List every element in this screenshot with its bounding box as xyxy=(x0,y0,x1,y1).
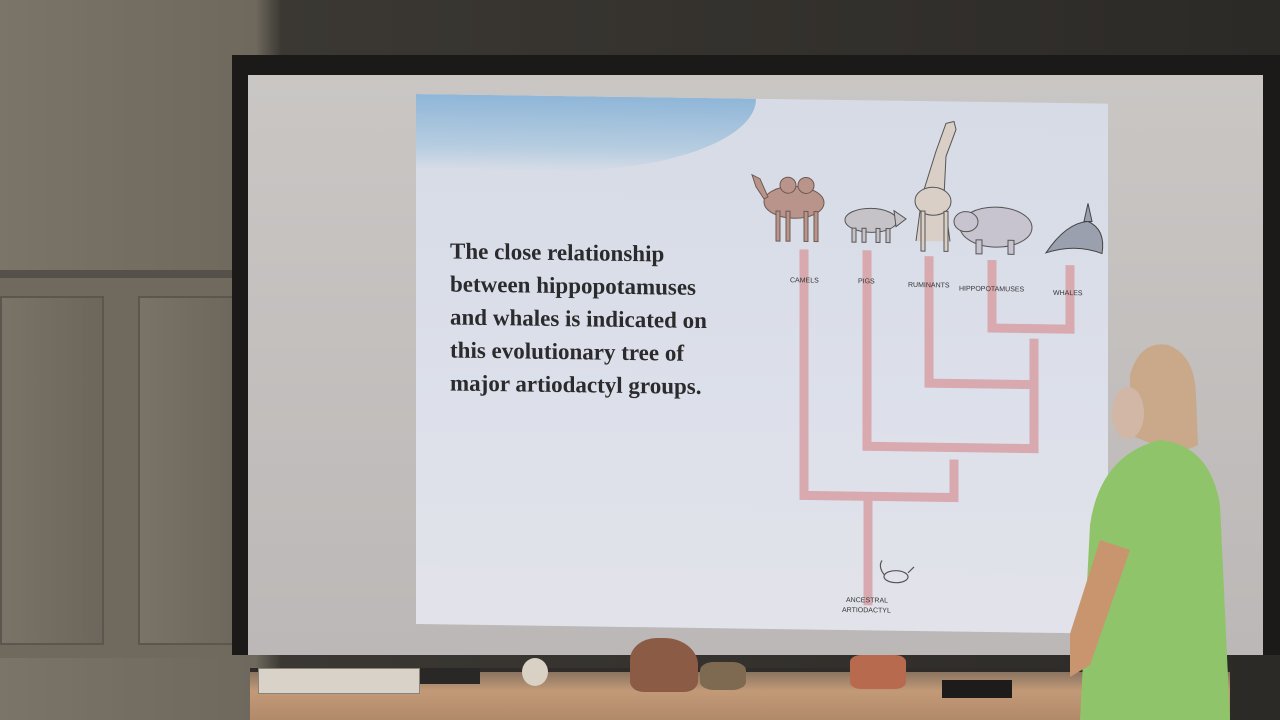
presenter-figure xyxy=(1070,344,1230,720)
tree-label-pigs: PIGS xyxy=(858,278,875,285)
branch-pigs xyxy=(862,250,1039,454)
tree-label-whales: WHALES xyxy=(1053,290,1083,297)
laptop-device xyxy=(942,680,1012,698)
tree-label-ancestral: ANCESTRAL xyxy=(846,597,888,605)
tree-label-artiodactyl: ARTIODACTYL xyxy=(842,607,891,615)
tree-label-ruminants: RUMINANTS xyxy=(908,282,950,290)
cabinet-door-left xyxy=(0,296,104,645)
tree-label-hippopotamuses: HIPPOPOTAMUSES xyxy=(959,286,1025,294)
branch-ruminants xyxy=(924,256,1030,390)
wall-cabinet xyxy=(0,270,245,658)
rock-specimen-small xyxy=(700,662,746,690)
camel-icon xyxy=(751,173,825,243)
phylogenetic-tree: CAMELS PIGS RUMINANTS HIPPOPOTAMUSES WHA… xyxy=(751,120,1104,615)
projected-slide: The close relationship between hippopota… xyxy=(416,94,1108,634)
whale-icon xyxy=(1044,203,1104,255)
ancestor-icon xyxy=(879,560,915,584)
tree-label-camels: CAMELS xyxy=(790,277,819,284)
pig-icon xyxy=(844,207,907,244)
presenter-face xyxy=(1112,387,1144,439)
giraffe-icon xyxy=(914,120,957,252)
rock-specimen-white xyxy=(522,658,548,686)
cabinet-door-right xyxy=(138,296,242,645)
remote-control xyxy=(420,668,480,684)
rock-specimen-red xyxy=(850,655,906,689)
notebook xyxy=(258,668,420,694)
rock-specimen-brown xyxy=(630,638,698,692)
hippo-icon xyxy=(953,206,1033,255)
